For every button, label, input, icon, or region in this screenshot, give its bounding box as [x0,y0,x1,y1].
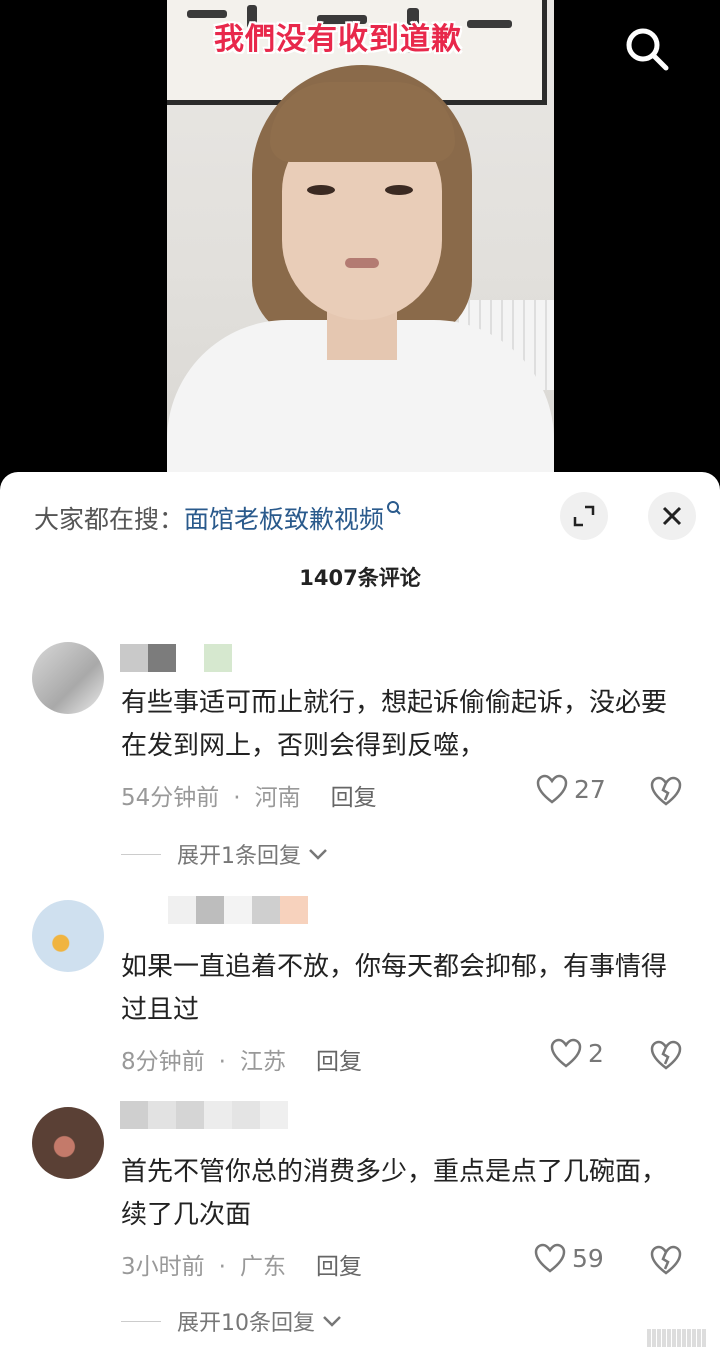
heart-icon [550,1038,582,1068]
right-eye [385,185,413,195]
search-button[interactable] [622,24,672,74]
comment-time: 8分钟前 [121,1049,205,1075]
person-bangs [270,82,455,162]
like-count: 59 [572,1243,604,1273]
username-redacted[interactable] [168,896,308,924]
avatar[interactable] [32,642,104,714]
broken-heart-icon [650,776,682,806]
comment-meta: 8分钟前 · 江苏 回复 [121,1049,362,1075]
like-button[interactable]: 27 [536,774,606,804]
reply-button[interactable]: 回复 [316,1049,362,1075]
comment-meta: 3小时前 · 广东 回复 [121,1254,362,1280]
broken-heart-icon [650,1245,682,1275]
avatar[interactable] [32,900,104,972]
like-button[interactable]: 59 [534,1243,604,1273]
reply-button[interactable]: 回复 [316,1254,362,1280]
expand-replies-button[interactable]: 展开1条回复 [121,838,329,870]
close-icon [662,506,682,526]
hot-search-term[interactable]: 面馆老板致歉视频 [184,505,384,534]
username-redacted[interactable] [120,644,232,672]
comment-text: 如果一直追着不放，你每天都会抑郁，有事情得过且过 [121,952,668,1025]
dislike-button[interactable] [650,776,682,810]
video-caption: 我們没有收到道歉 [214,22,462,57]
expand-replies-button[interactable]: 展开10条回复 [121,1305,343,1337]
mouth [345,258,379,268]
dislike-button[interactable] [650,1245,682,1279]
comment-location: 江苏 [239,1049,286,1075]
comment-time: 3小时前 [121,1254,205,1280]
comment-meta: 54分钟前 · 河南 回复 [121,785,377,811]
expand-icon [573,505,595,527]
close-button[interactable] [648,492,696,540]
like-count: 2 [588,1038,604,1068]
heart-icon [534,1243,566,1273]
expand-replies-label: 展开10条回复 [177,1311,315,1336]
divider-line [121,853,161,855]
like-button[interactable]: 2 [550,1038,604,1068]
search-icon [626,28,669,71]
comment-time: 54分钟前 [121,785,220,811]
left-eye [307,185,335,195]
chevron-down-icon [323,1316,341,1327]
like-count: 27 [574,774,606,804]
video-frame [167,0,554,480]
divider-line [121,1320,161,1322]
comment-sheet: 大家都在搜：面馆老板致歉视频 1407条评论 有些事适可而止就行，想起诉偷偷起诉… [0,472,720,1361]
comment-text: 有些事适可而止就行，想起诉偷偷起诉，没必要在发到网上，否则会得到反噬， [121,688,668,761]
comment-count: 1407条评论 [299,566,421,590]
comment-location: 广东 [239,1254,286,1280]
comment-location: 河南 [254,785,301,811]
avatar[interactable] [32,1107,104,1179]
comment-text: 首先不管你总的消费多少，重点是点了几碗面，续了几次面 [121,1157,668,1230]
heart-icon [536,774,568,804]
hot-search-bar[interactable]: 大家都在搜：面馆老板致歉视频 [34,500,402,536]
username-redacted[interactable] [120,1101,288,1129]
chevron-down-icon [309,849,327,860]
dislike-button[interactable] [650,1040,682,1074]
expand-replies-label: 展开1条回复 [177,844,301,869]
reply-button[interactable]: 回复 [331,785,377,811]
broken-heart-icon [650,1040,682,1070]
search-icon [387,501,401,515]
fullscreen-button[interactable] [560,492,608,540]
hot-search-prefix: 大家都在搜： [34,505,185,534]
watermark [647,1329,706,1347]
video-player[interactable]: 我們没有收到道歉 [0,0,720,500]
